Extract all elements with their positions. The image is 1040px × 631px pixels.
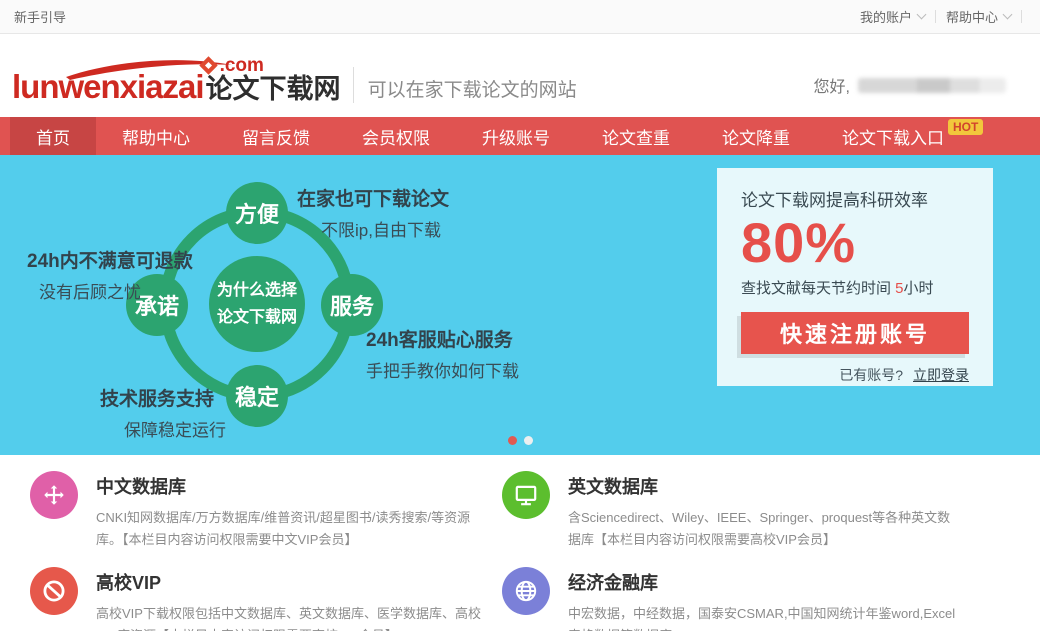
feature-desc: 中宏数据，中经数据，国泰安CSMAR,中国知网统计年鉴word,Excel表格数… xyxy=(568,603,960,631)
feature-desc: CNKI知网数据库/万方数据库/维普资讯/超星图书/读秀搜索/等资源库。【本栏目… xyxy=(96,507,488,551)
annotation-refund: 24h内不满意可退款 没有后顾之忧 xyxy=(27,246,193,303)
nav-item-download-entrance[interactable]: 论文下载入口 HOT xyxy=(816,117,1009,155)
globe-icon xyxy=(502,567,550,615)
move-arrows-icon xyxy=(30,471,78,519)
diagram-node-convenient: 方便 xyxy=(226,182,288,244)
nav-item-feedback[interactable]: 留言反馈 xyxy=(216,117,336,155)
monitor-icon xyxy=(502,471,550,519)
login-link[interactable]: 立即登录 xyxy=(913,367,969,383)
site-header: lunwenxiazai .com 论文下载网 可以在家下载论文的网站 您好, xyxy=(0,34,1040,117)
nav-item-help-center[interactable]: 帮助中心 xyxy=(96,117,216,155)
nav-item-plagiarism-reduce[interactable]: 论文降重 xyxy=(696,117,816,155)
logo-wordmark: lunwenxiazai xyxy=(12,70,204,103)
carousel-dot-2[interactable] xyxy=(524,436,533,445)
beginner-guide-link[interactable]: 新手引导 xyxy=(14,7,66,26)
feature-desc: 高校VIP下载权限包括中文数据库、英文数据库、医学数据库、高校VIP库资源【本栏… xyxy=(96,603,488,631)
nav-item-membership[interactable]: 会员权限 xyxy=(336,117,456,155)
diagram-center-circle: 为什么选择 论文下载网 xyxy=(209,256,305,352)
annotation-download-at-home: 在家也可下载论文 不限ip,自由下载 xyxy=(297,184,449,241)
annotation-tech-support: 技术服务支持 保障稳定运行 xyxy=(100,384,226,441)
logo-diamond-icon xyxy=(199,56,217,74)
logo-domain: .com xyxy=(220,56,264,75)
feature-economy-finance[interactable]: 经济金融库 中宏数据，中经数据，国泰安CSMAR,中国知网统计年鉴word,Ex… xyxy=(502,567,974,631)
chevron-down-icon xyxy=(1003,10,1013,20)
my-account-menu[interactable]: 我的账户 xyxy=(850,7,935,26)
feature-title: 中文数据库 xyxy=(96,473,488,499)
help-center-menu[interactable]: 帮助中心 xyxy=(936,7,1021,26)
greeting-label: 您好, xyxy=(814,73,850,97)
feature-title: 高校VIP xyxy=(96,569,488,595)
feature-title: 经济金融库 xyxy=(568,569,960,595)
feature-university-vip[interactable]: 高校VIP 高校VIP下载权限包括中文数据库、英文数据库、医学数据库、高校VIP… xyxy=(30,567,502,631)
carousel-dots xyxy=(0,436,1040,445)
main-nav: 首页 帮助中心 留言反馈 会员权限 升级账号 论文查重 论文降重 论文下载入口 … xyxy=(0,117,1040,155)
nav-item-home[interactable]: 首页 xyxy=(10,117,96,155)
promo-savings: 查找文献每天节约时间 5小时 xyxy=(741,277,969,298)
feature-grid: 中文数据库 CNKI知网数据库/万方数据库/维普资讯/超星图书/读秀搜索/等资源… xyxy=(0,455,1040,631)
nav-item-upgrade-account[interactable]: 升级账号 xyxy=(456,117,576,155)
hero-banner: 方便 承诺 服务 稳定 为什么选择 论文下载网 在家也可下载论文 不限ip,自由… xyxy=(0,155,1040,455)
promo-title: 论文下载网提高科研效率 xyxy=(741,186,969,211)
no-entry-icon xyxy=(30,567,78,615)
my-account-label: 我的账户 xyxy=(860,7,912,26)
site-logo[interactable]: lunwenxiazai .com 论文下载网 可以在家下载论文的网站 xyxy=(12,67,577,103)
feature-chinese-database[interactable]: 中文数据库 CNKI知网数据库/万方数据库/维普资讯/超星图书/读秀搜索/等资源… xyxy=(30,471,502,551)
promo-card: 论文下载网提高科研效率 80% 查找文献每天节约时间 5小时 快速注册账号 已有… xyxy=(717,168,993,386)
utility-bar: 新手引导 我的账户 帮助中心 xyxy=(0,0,1040,34)
annotation-support-service: 24h客服贴心服务 手把手教你如何下载 xyxy=(366,325,519,382)
divider xyxy=(1021,10,1022,23)
utility-bar-right: 我的账户 帮助中心 xyxy=(850,7,1022,26)
user-greeting: 您好, xyxy=(814,73,1006,97)
feature-title: 英文数据库 xyxy=(568,473,960,499)
login-line: 已有账号? 立即登录 xyxy=(741,365,969,385)
divider xyxy=(353,67,354,103)
logo-site-name: 论文下载网 xyxy=(206,74,341,104)
carousel-dot-1[interactable] xyxy=(508,436,517,445)
hot-badge: HOT xyxy=(948,119,983,135)
promo-percent: 80% xyxy=(741,211,969,275)
help-center-label: 帮助中心 xyxy=(946,7,998,26)
register-button[interactable]: 快速注册账号 xyxy=(741,312,969,354)
masked-username xyxy=(858,78,1006,93)
nav-item-plagiarism-check[interactable]: 论文查重 xyxy=(576,117,696,155)
logo-sitename-block: .com 论文下载网 xyxy=(206,76,341,103)
site-tagline: 可以在家下载论文的网站 xyxy=(368,80,577,103)
diagram-node-stable: 稳定 xyxy=(226,365,288,427)
feature-desc: 含Sciencedirect、Wiley、IEEE、Springer、proqu… xyxy=(568,507,960,551)
chevron-down-icon xyxy=(917,10,927,20)
feature-english-database[interactable]: 英文数据库 含Sciencedirect、Wiley、IEEE、Springer… xyxy=(502,471,974,551)
